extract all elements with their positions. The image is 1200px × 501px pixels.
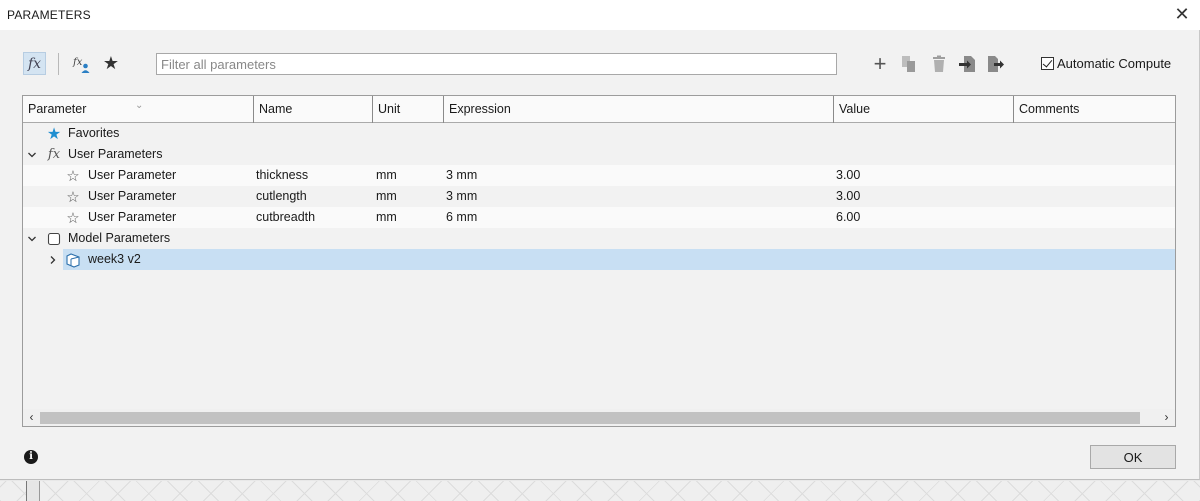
cell-expression[interactable]: 3 mm — [446, 186, 477, 207]
cell-parameter: User Parameter — [88, 189, 177, 203]
group-label: Favorites — [68, 126, 120, 140]
table-header: Parameter ⌄ Name Unit Expression Value C… — [23, 96, 1175, 123]
automatic-compute-checkbox[interactable]: Automatic Compute — [1041, 56, 1171, 71]
group-row-user-parameters[interactable]: 𝑓𝑥 User Parameters — [23, 144, 1175, 165]
toolbar-divider — [58, 53, 59, 75]
fx-icon[interactable]: 𝑓𝑥 — [23, 52, 46, 75]
star-outline-icon[interactable]: ☆ — [64, 186, 82, 207]
column-header-name[interactable]: Name — [254, 96, 373, 123]
component-row-week3-v2[interactable]: week3 v2 — [63, 249, 1175, 270]
background-edge — [26, 481, 40, 501]
table-row[interactable]: ☆ User Parameter cutbreadth mm 6 mm 6.00 — [23, 207, 1175, 228]
sort-indicator-icon: ⌄ — [135, 100, 144, 111]
delete-icon[interactable] — [929, 54, 949, 74]
copy-icon[interactable] — [899, 54, 919, 74]
cell-parameter: User Parameter — [88, 210, 177, 224]
table-row[interactable]: ☆ User Parameter thickness mm 3 mm 3.00 — [23, 165, 1175, 186]
group-row-model-parameters[interactable]: Model Parameters — [23, 228, 1175, 249]
column-header-comments[interactable]: Comments — [1014, 96, 1175, 123]
favorites-star-icon[interactable]: ★ — [101, 53, 121, 73]
chevron-down-icon[interactable] — [26, 228, 38, 249]
scroll-left-icon[interactable]: ‹ — [23, 409, 40, 426]
import-icon[interactable] — [957, 54, 977, 74]
info-icon[interactable]: i — [24, 450, 38, 464]
column-header-parameter[interactable]: Parameter ⌄ — [23, 96, 254, 123]
fx-icon: 𝑓𝑥 — [47, 147, 61, 162]
ok-button[interactable]: OK — [1090, 445, 1176, 469]
group-label: User Parameters — [68, 147, 163, 161]
cell-name[interactable]: cutlength — [256, 186, 307, 207]
star-filled-icon: ★ — [46, 125, 62, 143]
toolbar: 𝑓𝑥 fx ★ + Automatic Compute — [0, 46, 1200, 82]
table-row[interactable]: ☆ User Parameter cutlength mm 3 mm 3.00 — [23, 186, 1175, 207]
add-icon[interactable]: + — [870, 51, 890, 76]
cell-name[interactable]: cutbreadth — [256, 207, 315, 228]
parameters-table: Parameter ⌄ Name Unit Expression Value C… — [22, 95, 1176, 427]
cell-expression[interactable]: 3 mm — [446, 165, 477, 186]
title-bar: PARAMETERS ✕ — [0, 0, 1200, 30]
column-header-value[interactable]: Value — [834, 96, 1014, 123]
dialog-title: PARAMETERS — [7, 8, 91, 22]
cell-parameter: User Parameter — [88, 168, 177, 182]
model-icon — [45, 228, 63, 249]
column-header-expression[interactable]: Expression — [444, 96, 834, 123]
component-label: week3 v2 — [88, 252, 141, 266]
close-icon[interactable]: ✕ — [1174, 5, 1190, 23]
scrollbar-thumb[interactable] — [40, 412, 1140, 424]
column-label: Parameter — [28, 102, 87, 116]
parameters-dialog: PARAMETERS ✕ 𝑓𝑥 fx ★ + Aut — [0, 0, 1200, 480]
cell-unit[interactable]: mm — [376, 186, 397, 207]
cell-expression[interactable]: 6 mm — [446, 207, 477, 228]
chevron-right-icon[interactable] — [47, 249, 59, 270]
cell-value: 3.00 — [836, 189, 861, 203]
chevron-down-icon[interactable] — [26, 144, 38, 165]
star-outline-icon[interactable]: ☆ — [64, 207, 82, 228]
background-canvas — [0, 481, 1200, 501]
fx-user-icon[interactable]: fx — [72, 54, 92, 74]
cell-value: 6.00 — [836, 210, 861, 224]
group-row-favorites[interactable]: ★ Favorites — [23, 123, 1175, 144]
svg-text:fx: fx — [72, 57, 83, 68]
export-icon[interactable] — [986, 54, 1006, 74]
cell-unit[interactable]: mm — [376, 207, 397, 228]
cell-unit[interactable]: mm — [376, 165, 397, 186]
horizontal-scrollbar[interactable]: ‹ › — [23, 409, 1175, 426]
component-icon — [64, 249, 82, 270]
cell-name[interactable]: thickness — [256, 165, 308, 186]
column-header-unit[interactable]: Unit — [373, 96, 444, 123]
scroll-right-icon[interactable]: › — [1158, 409, 1175, 426]
star-outline-icon[interactable]: ☆ — [64, 165, 82, 186]
checkbox-checked-icon[interactable] — [1041, 57, 1054, 70]
automatic-compute-label: Automatic Compute — [1057, 56, 1172, 71]
cell-value: 3.00 — [836, 168, 861, 182]
group-label: Model Parameters — [68, 231, 171, 245]
filter-parameters-input[interactable] — [156, 53, 837, 75]
